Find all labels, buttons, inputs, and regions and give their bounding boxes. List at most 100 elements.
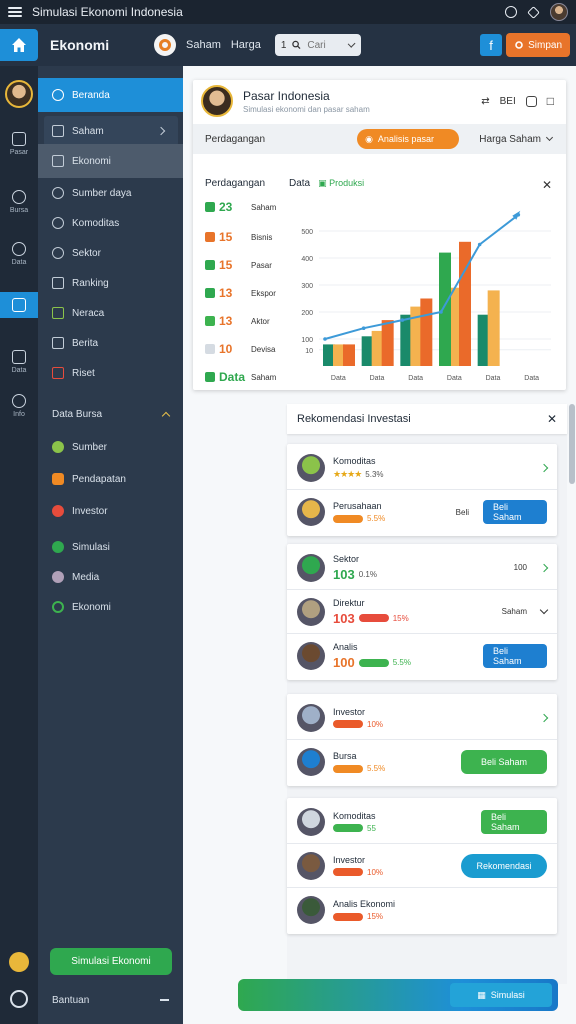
buy-stock-button[interactable]: Rekomendasi [461,853,547,878]
x-tick-label: Data [331,375,346,382]
sidebar-sub-pendapatan[interactable]: Pendapatan [38,464,183,494]
chevron-right-icon[interactable] [539,713,549,722]
sidebar-item-sumber-daya[interactable]: Sumber daya [38,178,183,208]
rail-item-bursa[interactable]: Bursa [0,190,38,214]
filter-icon[interactable]: ⇄ [481,96,489,107]
buy-stock-button[interactable]: Beli Saham [481,809,547,834]
recommendation-avatar [297,807,325,836]
rail-item-info[interactable]: Info [0,394,38,418]
sidebar-item-ranking[interactable]: Ranking [38,268,183,298]
chevron-down-icon[interactable] [539,605,549,615]
chart-bar [439,252,451,366]
cycle-icon [52,601,64,613]
analysis-button[interactable]: ◉ Analisis pasar [357,129,460,149]
chevron-right-icon[interactable] [539,563,549,572]
globe-icon [52,441,64,453]
sidebar-sub-ekonomi[interactable]: Ekonomi [38,592,183,622]
chart-legend-label: Produksi [329,178,365,188]
recommendation-row[interactable]: Analis Ekonomi 15% [287,888,557,932]
sidebar-item-berita[interactable]: Berita [38,328,183,358]
home-button[interactable] [0,29,38,61]
rail-item-label: Bursa [9,207,29,214]
rail-item-data-2[interactable]: Data [0,350,38,374]
recommendation-name: Investor [333,706,366,717]
recommendation-row[interactable]: Komoditas 55 Beli Saham [287,800,557,844]
stat-check-icon [205,202,215,212]
percentage: 5.3% [365,469,384,479]
chevron-up-icon [161,411,171,421]
nav-link-saham[interactable]: Saham [186,39,221,51]
search-box[interactable]: 1 [274,34,361,56]
rail-item-pasar[interactable]: Pasar [0,132,38,156]
progress-bar [333,912,363,921]
sidebar-item-neraca[interactable]: Neraca [38,298,183,328]
sidebar-footer[interactable]: Bantuan [38,990,183,1010]
sort-dropdown[interactable]: Harga Saham [479,134,554,145]
progress-value: 5.5% [367,514,386,523]
collapse-icon[interactable] [160,999,169,1001]
rail-item-data[interactable]: Data [0,242,38,266]
sidebar-sub-media[interactable]: Media [38,562,183,592]
sidebar-item-riset[interactable]: Riset [38,358,183,388]
sidebar-item-ekonomi[interactable]: Ekonomi [38,144,183,178]
recommendation-row[interactable]: Perusahaan 5.5% Beli Beli Saham [287,490,557,534]
nav-link-harga[interactable]: Harga [231,39,261,51]
simulate-economy-button[interactable]: Simulasi Ekonomi [50,948,172,975]
sidebar-item-saham[interactable]: Saham [44,116,178,146]
user-avatar[interactable] [550,3,568,21]
leaf-icon [12,190,26,204]
chevron-right-icon[interactable] [539,463,549,472]
settings-icon[interactable] [527,5,540,19]
sidebar-item-beranda[interactable]: Beranda [38,78,183,112]
search-input[interactable] [307,39,344,51]
recommendation-avatar [297,851,325,880]
dashboard-toolbar: Perdagangan ◉ Analisis pasar Harga Saham [193,124,566,154]
hamburger-menu-icon[interactable] [8,7,22,17]
recommendation-row[interactable]: Investor 10% [287,696,557,740]
market-chart: 10 100 200 300 400 500 Data Data Data Data Data Dat… [301,210,551,382]
notification-icon[interactable] [9,952,29,972]
sidebar-sub-simulasi[interactable]: Simulasi [38,532,183,562]
recommendation-row[interactable]: Analis 100 5.5% Beli Saham [287,634,557,678]
sidebar-item-label: Simulasi [72,541,110,553]
chart-bar [487,290,500,366]
recommendation-value: 103 [333,566,355,582]
buy-stock-button[interactable]: Beli Saham [461,750,547,774]
buy-stock-button[interactable]: Beli Saham [483,644,547,668]
sidebar-sub-sumber[interactable]: Sumber [38,432,183,462]
scrollbar[interactable] [569,404,575,484]
facebook-button[interactable]: f [480,34,503,56]
recommendation-avatar [297,748,325,776]
recommendation-row[interactable]: Komoditas ★★★★ 5.3% [287,446,557,490]
bottom-action-bar[interactable]: ▦ Simulasi [238,979,558,1011]
profile-icon[interactable] [10,990,28,1008]
recommendation-name: Sektor [333,553,360,564]
toolbar-label: Perdagangan [205,133,266,145]
sidebar-section-data-bursa[interactable]: Data Bursa [38,402,183,426]
x-tick-label: Data [408,375,423,382]
recommendation-row[interactable]: Sektor 103 0.1% 100 [287,546,557,590]
sidebar: Beranda Saham Ekonomi Sumber daya Komodi… [38,66,183,1024]
recommendations-title: Rekomendasi Investasi [297,413,411,425]
sidebar-item-sektor[interactable]: Sektor [38,238,183,268]
rail-avatar[interactable] [5,80,33,108]
chevron-down-icon[interactable] [348,39,357,48]
sidebar-sub-investor[interactable]: Investor [38,496,183,526]
recommendation-card: Sektor 103 0.1% 100 Direktur 103 15% Saham Anali… [287,544,557,680]
recommendation-row[interactable]: Investor 10% Rekomendasi [287,844,557,888]
simulate-button[interactable]: ▦ Simulasi [450,983,552,1007]
save-button[interactable]: Simpan [506,33,570,57]
stat-value: Data [219,370,246,384]
recommendation-value: 100 [333,655,355,670]
dashboard-tag[interactable]: BEI [500,96,516,107]
minimize-icon[interactable]: □ [547,94,554,108]
info-icon[interactable] [505,6,517,18]
buy-stock-button[interactable]: Beli Saham [483,500,547,524]
rail-item-active[interactable] [0,292,38,318]
sidebar-item-komoditas[interactable]: Komoditas [38,208,183,238]
sidebar-item-label: Sumber [72,441,108,453]
recommendation-row[interactable]: Direktur 103 15% Saham [287,590,557,634]
recommendation-row[interactable]: Bursa 5.5% Beli Saham [287,740,557,784]
window-icon[interactable] [525,95,537,107]
close-icon[interactable]: ✕ [547,412,557,426]
